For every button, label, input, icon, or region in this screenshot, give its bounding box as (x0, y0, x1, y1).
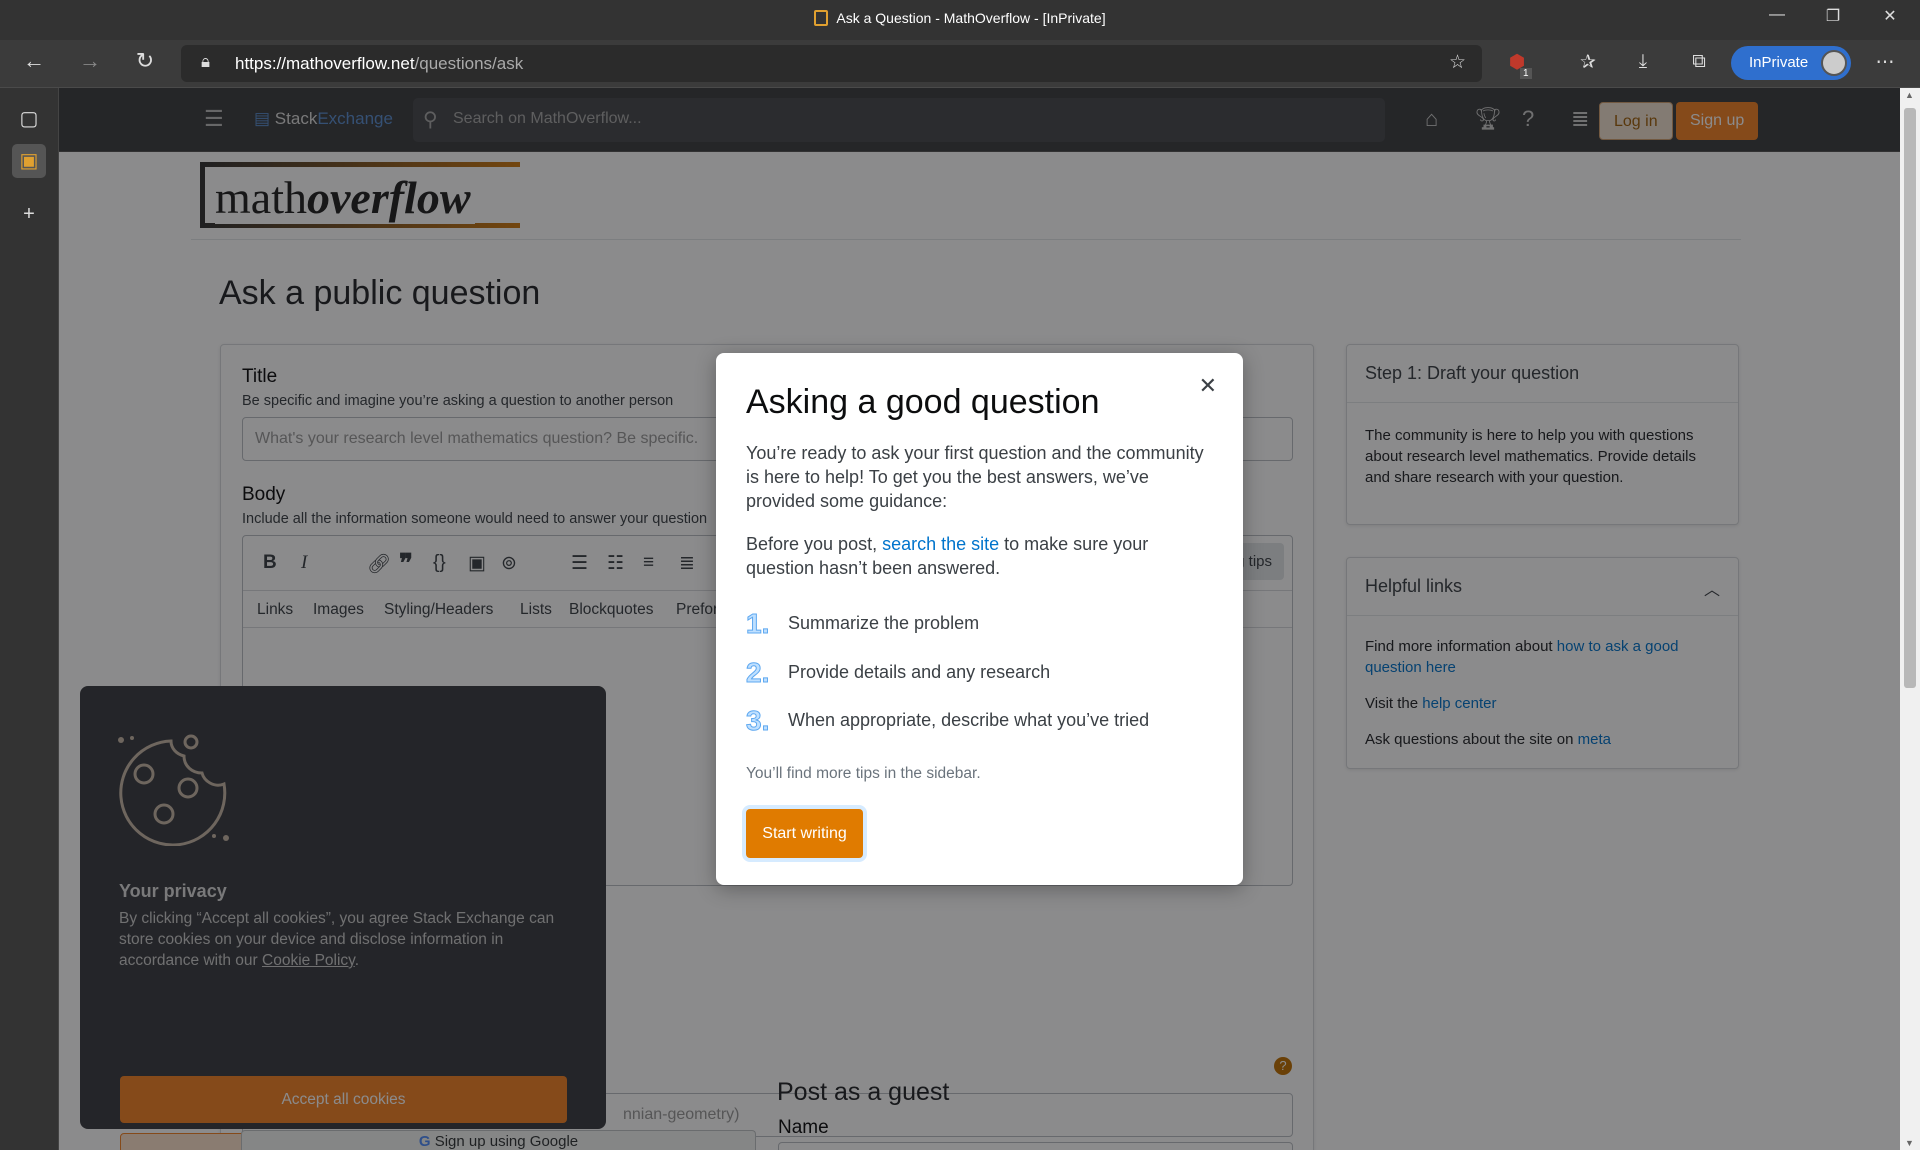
modal-intro: You’re ready to ask your first question … (746, 443, 1204, 511)
close-icon[interactable]: ✕ (1199, 373, 1217, 399)
collections-icon[interactable]: ⧉ (1684, 51, 1714, 73)
tab-favicon-icon (814, 10, 829, 26)
window-titlebar: Ask a Question - MathOverflow - [InPriva… (0, 0, 1920, 40)
url-host: https://mathoverflow.net (235, 54, 415, 73)
profile-avatar (1821, 50, 1847, 76)
tab-actions-icon[interactable]: ▢ (12, 102, 46, 136)
active-tab-icon[interactable]: ▣ (12, 144, 46, 178)
scroll-up-icon[interactable]: ▲ (1905, 90, 1914, 100)
google-signup-button[interactable]: G Sign up using Google (241, 1130, 756, 1150)
address-bar[interactable]: 🔒︎ https://mathoverflow.net/questions/as… (181, 45, 1482, 82)
search-the-site-link[interactable]: search the site (882, 534, 999, 554)
lock-icon[interactable]: 🔒︎ (201, 52, 210, 72)
modal-search-hint: Before you post, search the site to make… (746, 534, 1149, 578)
page-scrollbar[interactable]: ▲ ▼ (1900, 88, 1920, 1150)
add-favorite-icon[interactable]: ☆ (1449, 51, 1466, 74)
minimize-button[interactable]: — (1757, 6, 1797, 24)
extension-badge: 1 (1520, 68, 1532, 79)
start-writing-button[interactable]: Start writing (746, 809, 863, 858)
downloads-icon[interactable]: ⤓ (1628, 51, 1658, 73)
forward-button[interactable]: → (72, 48, 108, 74)
close-window-button[interactable]: ✕ (1870, 6, 1910, 26)
favorites-icon[interactable]: ✰ (1573, 51, 1603, 74)
more-menu-icon[interactable]: ⋯ (1870, 51, 1900, 74)
window-title: Ask a Question - MathOverflow - [InPriva… (836, 10, 1106, 26)
refresh-button[interactable]: ↻ (127, 48, 163, 74)
step-item: 2. Provide details and any research (746, 657, 1051, 689)
google-icon: G (418, 1133, 435, 1150)
asking-guidance-modal: ✕ Asking a good question You’re ready to… (716, 353, 1243, 885)
modal-title: Asking a good question (746, 383, 1100, 421)
inprivate-button[interactable]: InPrivate (1731, 46, 1851, 80)
vertical-tab-strip: ▢ ▣ + (0, 88, 59, 1150)
scroll-down-icon[interactable]: ▼ (1905, 1138, 1914, 1148)
scrollbar-thumb[interactable] (1904, 108, 1916, 688)
restore-button[interactable]: ❐ (1813, 6, 1853, 26)
step-item: 1. Summarize the problem (746, 608, 980, 640)
new-tab-icon[interactable]: + (12, 197, 46, 231)
url-path: /questions/ask (414, 54, 524, 73)
back-button[interactable]: ← (16, 48, 52, 74)
modal-footer-text: You’ll find more tips in the sidebar. (746, 765, 981, 782)
step-item: 3. When appropriate, describe what you’ve… (746, 705, 1150, 737)
